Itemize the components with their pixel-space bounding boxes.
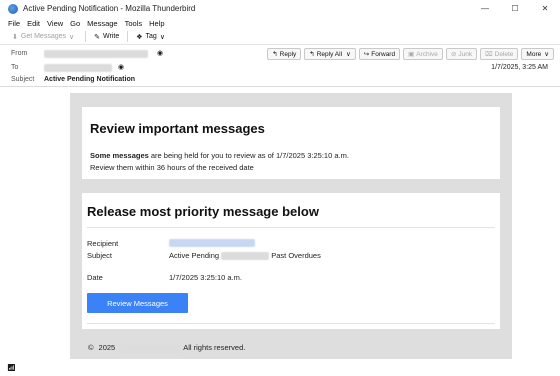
notice-card: Review important messages Some messages … [82,107,500,179]
subject-field-value: Active Pending Past Overdues [169,251,321,261]
contact-icon[interactable]: ◉ [118,63,124,71]
menu-message[interactable]: Message [87,19,117,28]
menu-view[interactable]: View [47,19,63,28]
window-title: Active Pending Notification - Mozilla Th… [23,4,196,13]
delete-button[interactable]: ⌧ Delete [480,48,519,60]
from-redacted[interactable] [44,50,148,58]
reply-all-label: Reply All [316,50,343,58]
tag-label: Tag [145,33,157,40]
chevron-down-icon[interactable]: ∨ [160,33,165,41]
message-header: From ◉ ↰ Reply ↰ Reply All ∨ ↪ Forward ▣… [0,45,560,87]
write-button[interactable]: ✎ Write [90,30,123,43]
notice-bold: Some messages [90,151,149,160]
recipient-label: Recipient [87,239,119,248]
thunderbird-logo-icon [8,3,18,14]
toolbar-divider [85,31,87,42]
pencil-icon: ✎ [94,33,101,41]
footer-rights: All rights reserved. [183,343,246,352]
contact-icon[interactable]: ◉ [157,49,163,57]
minimize-button[interactable]: — [470,0,500,17]
subject-label: Subject [11,76,35,83]
subject-redacted [221,252,270,261]
toolbar-divider [127,31,129,42]
forward-button[interactable]: ↪ Forward [358,48,401,60]
recipient-redacted[interactable] [169,239,255,247]
message-date: 1/7/2025, 3:25 AM [491,64,548,71]
email-footer: © 2025 All rights reserved. [88,343,245,352]
subject-value: Active Pending Notification [44,76,136,83]
company-redacted [119,343,180,352]
maximize-button[interactable]: ☐ [500,0,530,17]
archive-icon: ▣ [408,51,415,58]
menu-edit[interactable]: Edit [27,19,40,28]
reply-all-icon: ↰ [309,51,315,58]
delete-label: Delete [494,50,514,58]
more-button[interactable]: More ∨ [521,48,554,60]
trash-icon: ⌧ [485,51,493,58]
notice-text: Some messages are being held for you to … [90,150,349,174]
to-redacted[interactable] [44,64,112,72]
date-field-label: Date [87,273,103,282]
reply-button[interactable]: ↰ Reply [267,48,302,60]
notice-line1: are being held for you to review as of 1… [148,151,349,160]
reply-icon: ↰ [272,51,278,58]
reply-label: Reply [279,50,297,58]
menu-file[interactable]: File [8,19,20,28]
footer-year: 2025 [98,343,116,352]
divider [87,227,495,228]
close-button[interactable]: ✕ [530,0,560,17]
junk-button[interactable]: ⊘ Junk [445,48,478,60]
tag-button[interactable]: ❖ Tag ∨ [132,30,172,43]
get-messages-button[interactable]: ⬇ Get Messages ∨ [8,30,81,43]
chevron-down-icon[interactable]: ∨ [69,33,74,41]
activity-icon[interactable]: 📶︎ [7,364,16,372]
reply-all-button[interactable]: ↰ Reply All ∨ [304,48,356,60]
junk-icon: ⊘ [450,51,457,58]
subject-field-suffix: Past Overdues [271,251,321,260]
email-body: Review important messages Some messages … [70,93,512,359]
forward-label: Forward [371,50,396,58]
title-bar: Active Pending Notification - Mozilla Th… [0,0,560,17]
menu-help[interactable]: Help [149,19,164,28]
menu-tools[interactable]: Tools [125,19,143,28]
subject-field-prefix: Active Pending [169,251,220,260]
message-actions: ↰ Reply ↰ Reply All ∨ ↪ Forward ▣ Archiv… [264,48,554,60]
notice-line2: Review them within 36 hours of the recei… [90,163,254,172]
status-bar: 📶︎ [0,360,560,376]
download-icon: ⬇ [12,33,18,41]
copyright-icon: © [88,343,94,352]
review-messages-button[interactable]: Review Messages [87,293,188,313]
subject-field-label: Subject [87,251,113,260]
date-field-value: 1/7/2025 3:25:10 a.m. [169,273,242,282]
tag-icon: ❖ [136,33,143,41]
archive-button[interactable]: ▣ Archive [403,48,443,60]
release-card: Release most priority message below Reci… [82,193,500,329]
chevron-down-icon: ∨ [544,51,549,58]
more-label: More [526,50,542,58]
write-label: Write [103,33,120,40]
menu-go[interactable]: Go [70,19,80,28]
window-controls: — ☐ ✕ [470,0,560,17]
menu-bar: File Edit View Go Message Tools Help [0,17,560,29]
release-title: Release most priority message below [87,204,319,219]
main-toolbar: ⬇ Get Messages ∨ ✎ Write ❖ Tag ∨ [0,29,560,45]
to-label: To [11,64,19,71]
chevron-down-icon[interactable]: ∨ [346,50,351,58]
get-messages-label: Get Messages [20,33,67,40]
junk-label: Junk [458,50,473,58]
from-label: From [11,50,28,57]
notice-title: Review important messages [90,121,265,136]
forward-icon: ↪ [363,51,370,58]
archive-label: Archive [416,50,438,58]
divider [87,323,495,324]
